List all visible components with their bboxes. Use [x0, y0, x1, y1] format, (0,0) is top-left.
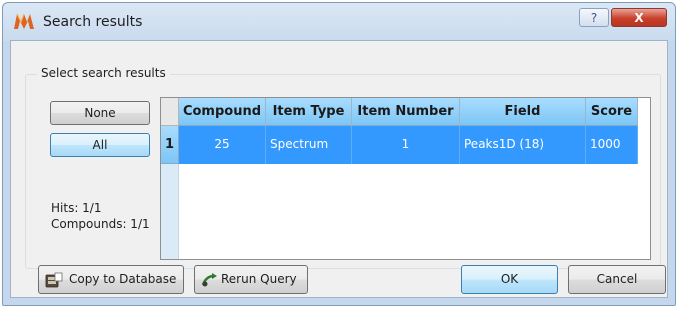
row-header[interactable]: 1	[161, 126, 179, 164]
rerun-query-button[interactable]: Rerun Query	[194, 265, 308, 294]
database-icon	[45, 272, 63, 288]
select-all-button[interactable]: All	[50, 133, 150, 157]
title-bar[interactable]: Search results ? X	[3, 3, 675, 39]
group-label: Select search results	[37, 66, 170, 80]
rerun-query-label: Rerun Query	[221, 272, 297, 286]
cell-compound[interactable]: 25	[179, 126, 266, 164]
copy-to-database-label: Copy to Database	[69, 272, 177, 286]
table-corner[interactable]	[161, 98, 179, 126]
cell-score[interactable]: 1000	[586, 126, 638, 164]
column-header-compound[interactable]: Compound	[179, 98, 266, 126]
search-results-dialog: Search results ? X Select search results…	[2, 2, 676, 306]
copy-to-database-button[interactable]: Copy to Database	[38, 265, 184, 294]
column-header-item-number[interactable]: Item Number	[352, 98, 460, 126]
cell-field[interactable]: Peaks1D (18)	[460, 126, 586, 164]
results-table[interactable]: Compound Item Type Item Number Field Sco…	[160, 97, 651, 260]
column-header-item-type[interactable]: Item Type	[266, 98, 352, 126]
hits-count: Hits: 1/1	[51, 201, 102, 215]
app-logo-icon	[14, 13, 34, 29]
compounds-count: Compounds: 1/1	[51, 217, 150, 231]
ok-button[interactable]: OK	[461, 265, 558, 294]
help-button[interactable]: ?	[579, 8, 609, 27]
row-header-area	[161, 164, 179, 259]
rerun-query-icon	[201, 273, 217, 287]
select-none-button[interactable]: None	[50, 101, 150, 125]
column-header-field[interactable]: Field	[460, 98, 586, 126]
column-header-score[interactable]: Score	[586, 98, 638, 126]
cell-item-type[interactable]: Spectrum	[266, 126, 352, 164]
window-title: Search results	[43, 14, 143, 30]
cell-item-number[interactable]: 1	[352, 126, 460, 164]
dialog-body: Select search results None All Hits: 1/1…	[10, 40, 668, 298]
cancel-button[interactable]: Cancel	[568, 265, 666, 294]
close-button[interactable]: X	[611, 8, 667, 27]
